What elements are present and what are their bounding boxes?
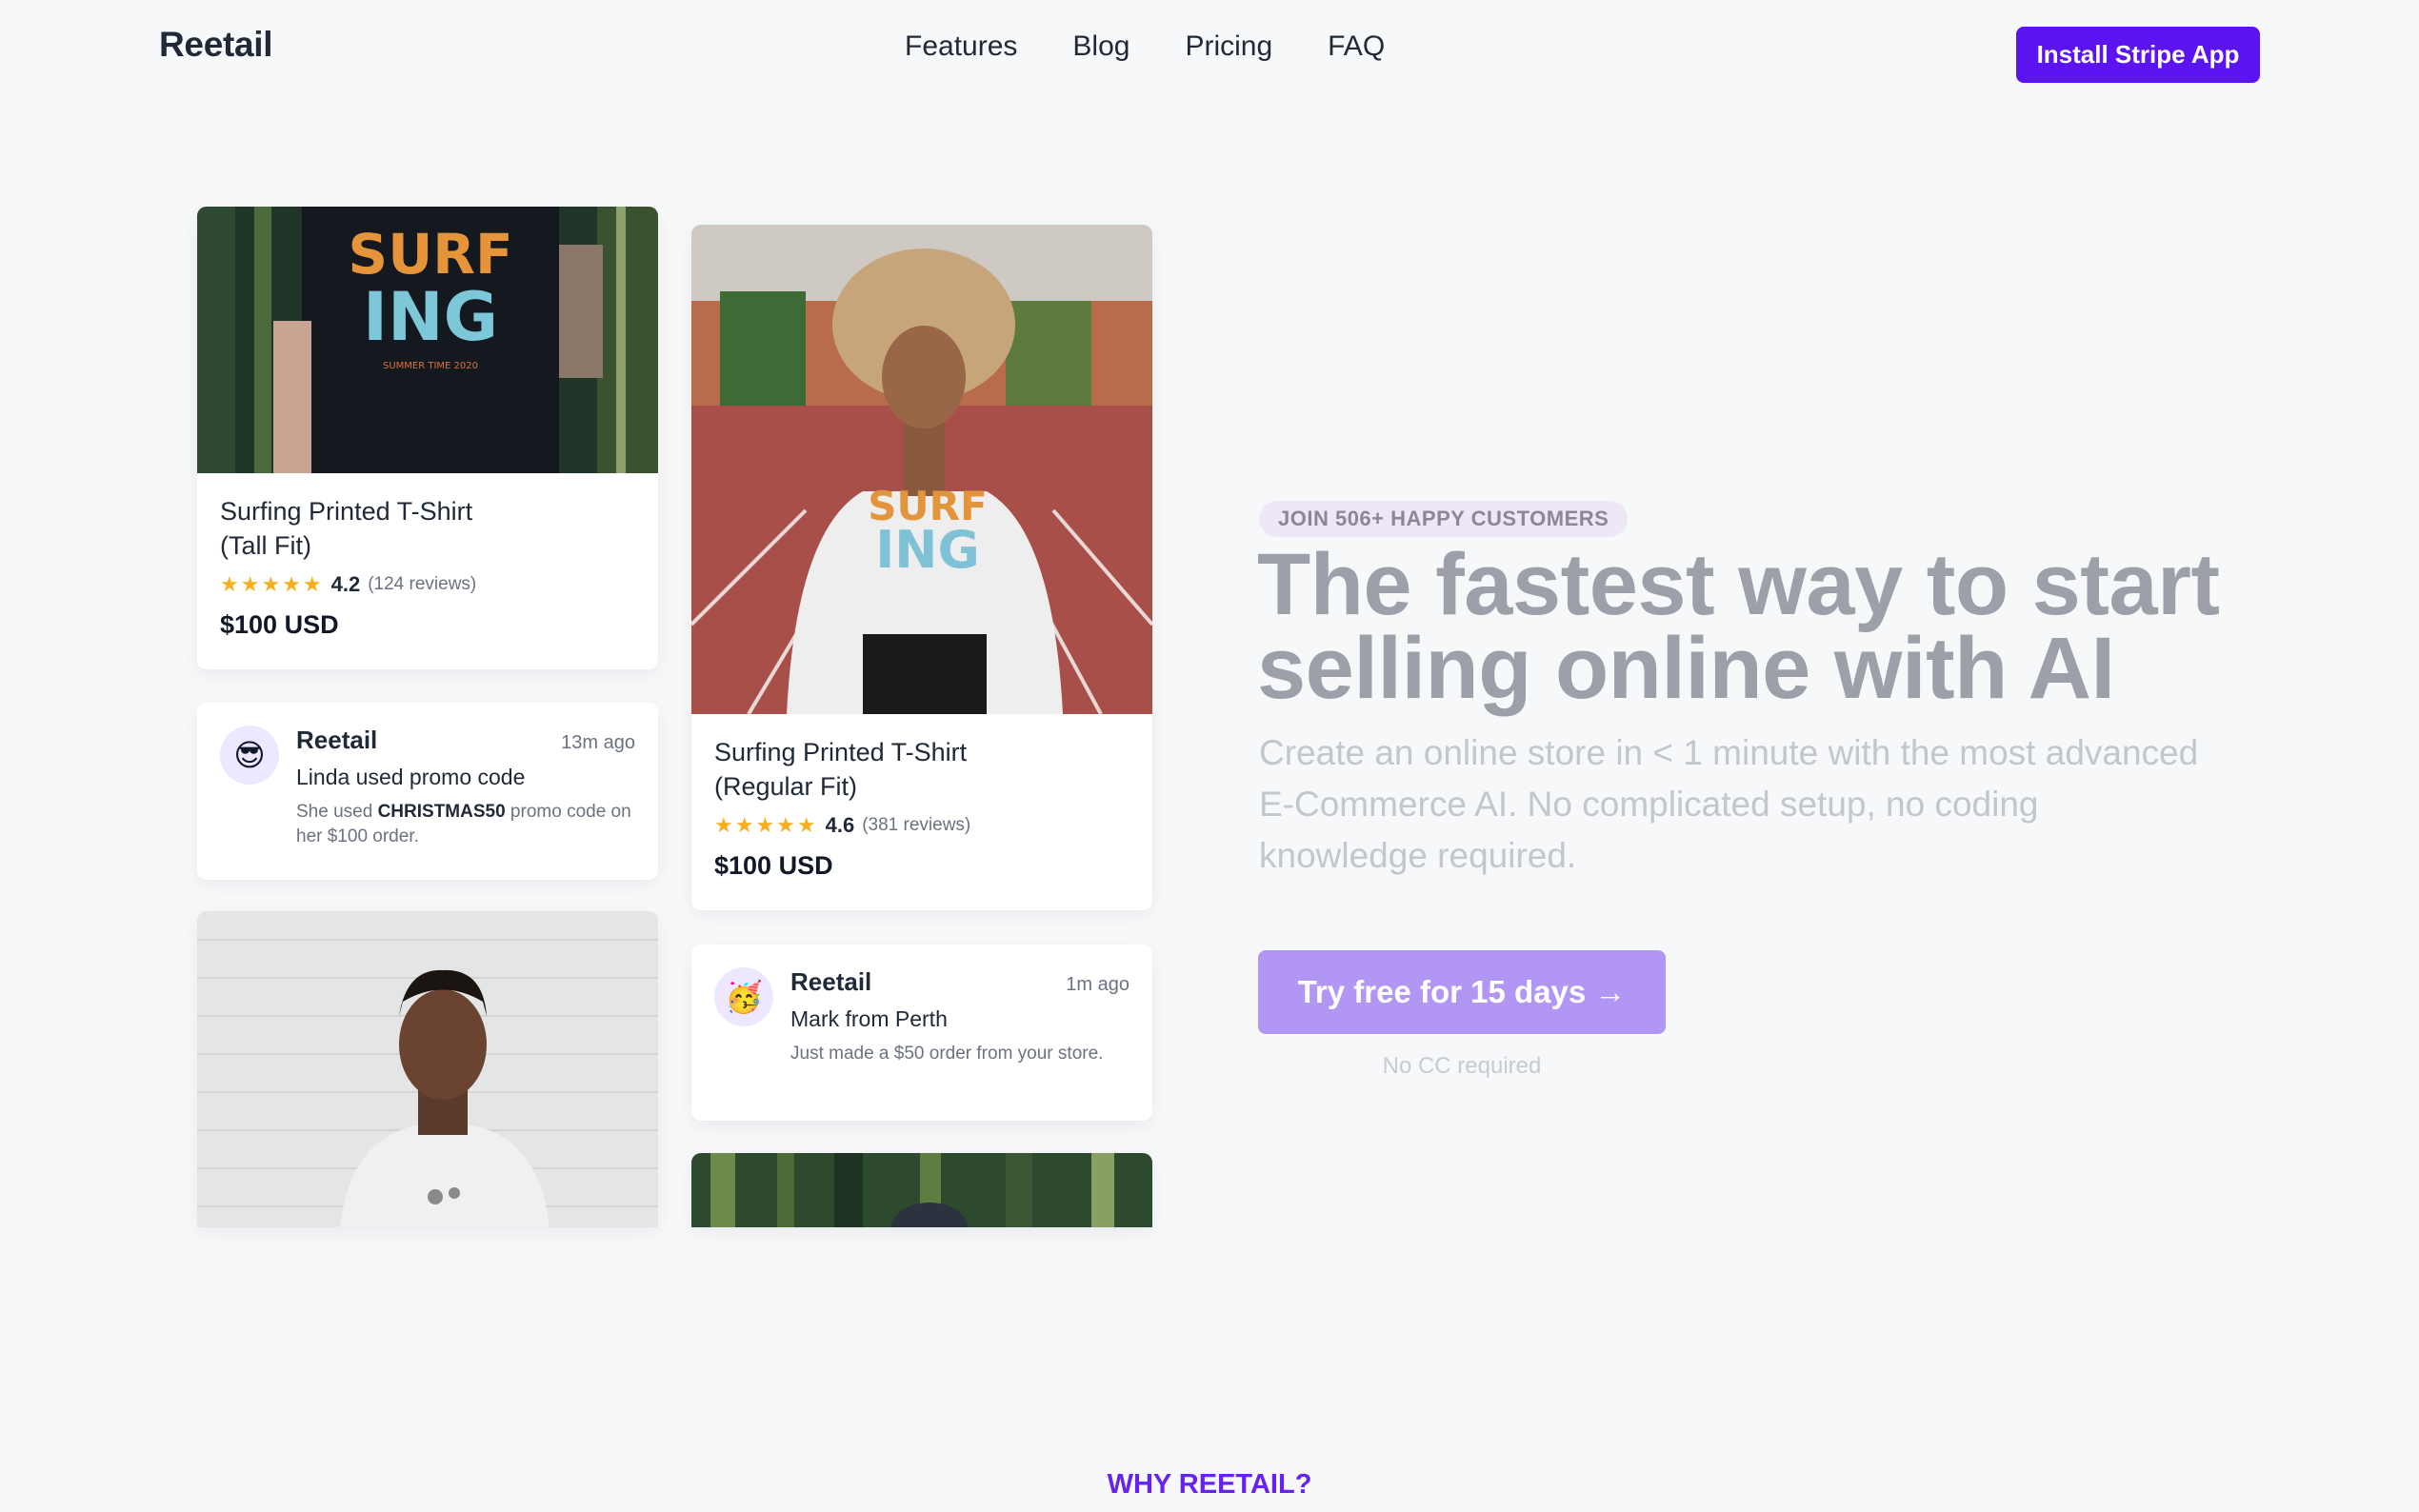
- svg-text:SUMMER TIME 2020: SUMMER TIME 2020: [383, 361, 478, 371]
- product-card-regular-fit[interactable]: SURF ING Surfing Printed T-Shirt (Regula…: [691, 225, 1152, 910]
- hero-headline-line2: selling online with AI: [1257, 620, 2115, 717]
- product-image-tall-fit: SURF ING SUMMER TIME 2020: [197, 207, 658, 473]
- notification-card-order: 🥳 Reetail 1m ago Mark from Perth Just ma…: [691, 945, 1152, 1121]
- notification-brand: Reetail: [296, 726, 378, 754]
- notification-title: Mark from Perth: [790, 1006, 948, 1031]
- product-rating: ★★★★★ 4.2 (124 reviews): [220, 572, 635, 597]
- promo-code: CHRISTMAS50: [377, 802, 506, 822]
- rating-value: 4.2: [330, 572, 361, 596]
- product-title-line1: Surfing Printed T-Shirt: [220, 497, 473, 526]
- nav-link-pricing[interactable]: Pricing: [1185, 30, 1272, 63]
- product-title-line1: Surfing Printed T-Shirt: [714, 738, 968, 766]
- product-price: $100 USD: [714, 851, 833, 880]
- avatar-emoji-icon: 😎: [220, 726, 279, 785]
- product-card-photo-man[interactable]: [197, 911, 658, 1227]
- product-image-bamboo: [691, 1153, 1152, 1227]
- product-title: Surfing Printed T-Shirt (Tall Fit): [220, 494, 635, 563]
- notification-text-before: She used: [296, 802, 378, 822]
- notification-title: Linda used promo code: [296, 765, 526, 789]
- star-rating-icon: ★★★★★: [714, 813, 818, 837]
- notification-text: She used CHRISTMAS50 promo code on her $…: [296, 800, 635, 849]
- review-count: (381 reviews): [862, 815, 971, 835]
- nav-link-faq[interactable]: FAQ: [1328, 30, 1385, 63]
- rating-value: 4.6: [825, 813, 855, 837]
- hero-subtext: Create an online store in < 1 minute wit…: [1259, 733, 2199, 875]
- product-price: $100 USD: [220, 610, 339, 639]
- product-title-line2: (Regular Fit): [714, 772, 858, 801]
- social-proof-pill: JOIN 506+ HAPPY CUSTOMERS: [1259, 501, 1629, 537]
- svg-text:SURF: SURF: [348, 222, 512, 287]
- product-image-man: [197, 911, 658, 1227]
- nav-link-blog[interactable]: Blog: [1072, 30, 1130, 63]
- star-rating-icon: ★★★★★: [220, 572, 324, 596]
- why-reetail-section-label: WHY REETAIL?: [1107, 1469, 1312, 1500]
- page: Reetail Features Blog Pricing FAQ Instal…: [0, 0, 2419, 1512]
- notification-card-promo: 😎 Reetail 13m ago Linda used promo code …: [197, 703, 658, 880]
- notification-time: 13m ago: [561, 732, 635, 753]
- logo[interactable]: Reetail: [159, 25, 273, 65]
- product-card-photo-bamboo[interactable]: [691, 1153, 1152, 1227]
- notification-text: Just made a $50 order from your store.: [790, 1044, 1104, 1064]
- product-rating: ★★★★★ 4.6 (381 reviews): [714, 813, 1130, 838]
- hero-headline-line1: The fastest way to start: [1257, 536, 2220, 633]
- review-count: (124 reviews): [368, 574, 477, 594]
- avatar-emoji-icon: 🥳: [714, 967, 773, 1026]
- nav-link-features[interactable]: Features: [905, 30, 1017, 63]
- no-cc-note: No CC required: [1382, 1053, 1542, 1079]
- notification-time: 1m ago: [1066, 974, 1130, 995]
- try-free-button[interactable]: Try free for 15 days →: [1258, 950, 1666, 1034]
- main-nav: Features Blog Pricing FAQ: [905, 30, 1385, 63]
- hero-headline: The fastest way to start selling online …: [1257, 536, 2352, 717]
- svg-text:ING: ING: [875, 520, 980, 580]
- product-title-line2: (Tall Fit): [220, 531, 311, 560]
- install-stripe-app-button[interactable]: Install Stripe App: [2016, 27, 2260, 83]
- product-image-regular-fit: SURF ING: [691, 225, 1152, 714]
- svg-text:ING: ING: [363, 278, 498, 356]
- product-card-tall-fit[interactable]: SURF ING SUMMER TIME 2020 Surfing Printe…: [197, 207, 658, 669]
- notification-brand: Reetail: [790, 967, 872, 996]
- product-title: Surfing Printed T-Shirt (Regular Fit): [714, 735, 1130, 804]
